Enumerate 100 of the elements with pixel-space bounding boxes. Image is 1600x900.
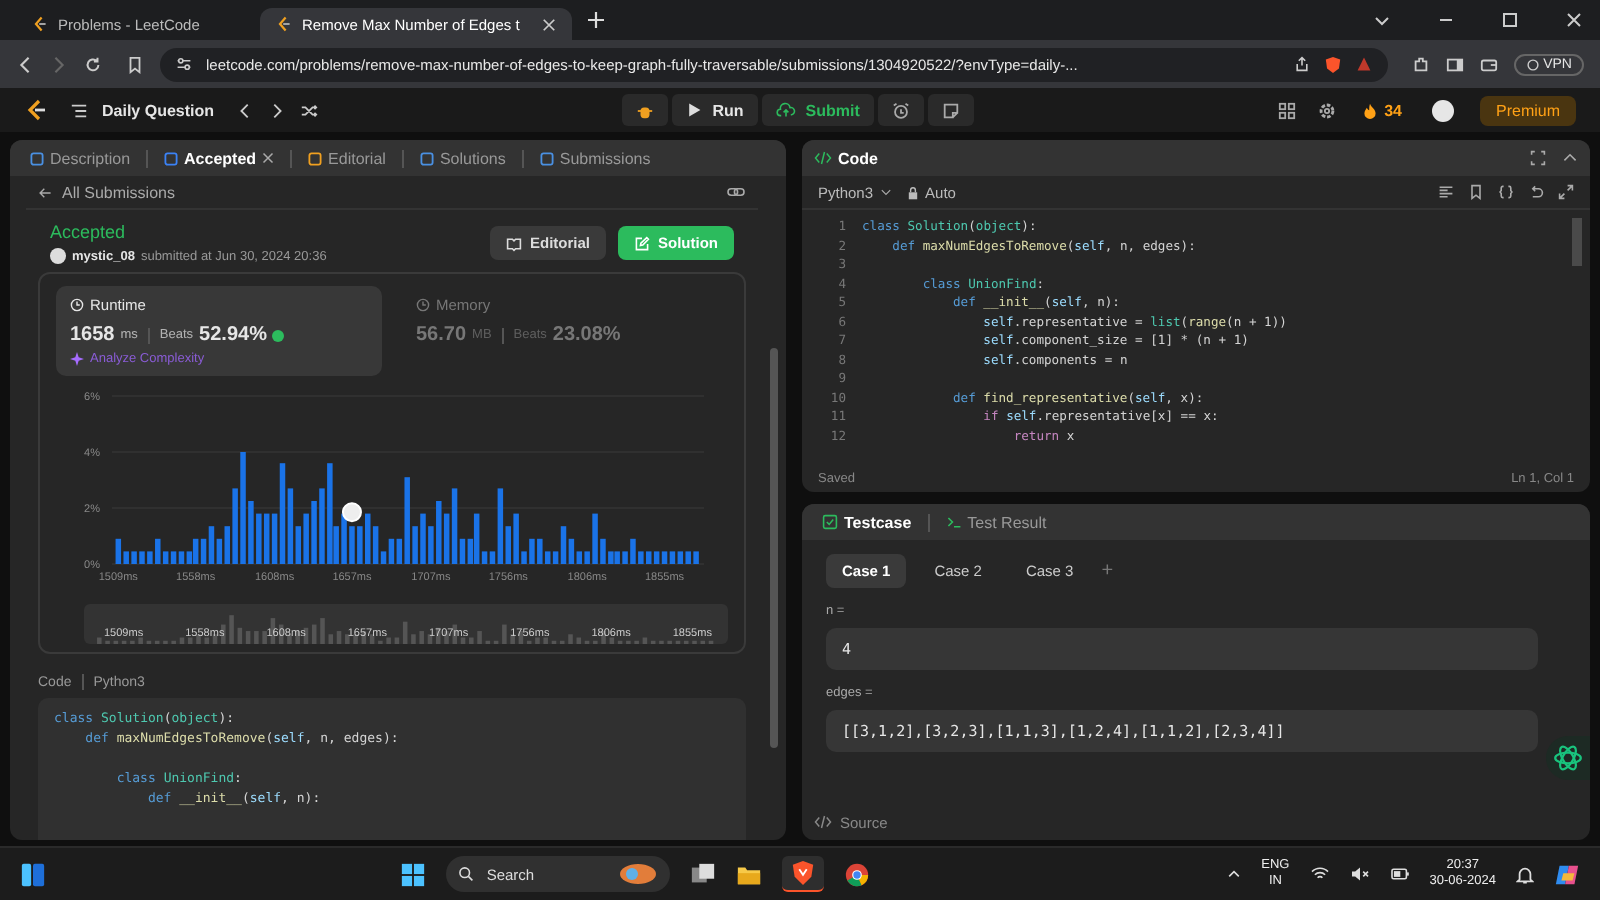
next-icon[interactable] [268,101,287,119]
brave-shield-icon[interactable] [1323,55,1342,73]
submit-button[interactable]: Submit [761,94,874,126]
share-icon[interactable] [1293,56,1310,72]
puzzle-icon[interactable] [1411,55,1430,73]
task-view-icon[interactable] [690,861,717,887]
histogram-bar[interactable] [279,463,286,564]
histogram-bar[interactable] [115,538,122,564]
panel-tab[interactable]: Editorial [300,149,394,167]
histogram-bar[interactable] [459,538,466,564]
battery-icon[interactable] [1389,866,1410,882]
fullscreen-icon[interactable] [1530,150,1546,166]
scrollbar[interactable] [1572,218,1582,266]
histogram-bar[interactable] [653,551,660,564]
close-icon[interactable] [262,152,275,164]
format-icon[interactable] [1438,184,1454,200]
panel-tab[interactable]: Testcase [814,513,920,531]
panel-tab[interactable]: Description [22,149,139,167]
scrollbar[interactable] [770,348,778,748]
widgets-icon[interactable] [20,861,46,887]
histogram-bar[interactable] [544,551,551,564]
histogram-bar[interactable] [661,551,668,564]
chevron-up-icon[interactable] [1225,866,1242,882]
panel-tab[interactable]: Test Result [937,513,1055,531]
histogram-bar[interactable] [263,513,270,564]
histogram-bar[interactable] [271,513,278,564]
layout-grid-icon[interactable] [1278,101,1297,119]
histogram-bar[interactable] [372,526,379,564]
daily-question-link[interactable]: Daily Question [102,101,215,119]
braces-icon[interactable] [1498,184,1514,200]
settings-icon[interactable] [1318,101,1337,119]
histogram-bar[interactable] [155,538,161,564]
chevron-down-icon[interactable] [1374,12,1390,28]
histogram-bar[interactable] [529,538,535,564]
histogram-bar[interactable] [489,551,496,564]
histogram-bar[interactable] [216,538,223,564]
histogram-bar[interactable] [481,551,488,564]
histogram-bar[interactable] [473,513,480,564]
all-submissions-link[interactable]: All Submissions [38,183,175,201]
expand-icon[interactable] [1558,184,1574,200]
speaker-muted-icon[interactable] [1349,866,1370,882]
histogram-bar[interactable] [208,526,215,564]
leetcode-logo-icon[interactable] [24,98,48,122]
maximize-icon[interactable] [1502,12,1518,28]
triangle-icon[interactable] [1355,56,1372,72]
histogram-bar[interactable] [669,551,676,564]
histogram-bar[interactable] [451,488,458,564]
back-icon[interactable] [16,55,34,73]
histogram-bar[interactable] [677,551,684,564]
copilot-icon[interactable] [1554,861,1580,887]
histogram-bar[interactable] [600,538,606,564]
histogram-bar[interactable] [162,551,169,564]
lion-shield-icon[interactable] [790,860,817,886]
forward-icon[interactable] [50,55,68,73]
debug-button[interactable] [622,94,669,126]
histogram-bar[interactable] [388,538,395,564]
run-button[interactable]: Run [672,94,758,126]
histogram-bar[interactable] [380,551,387,564]
windows-start-icon[interactable] [400,861,427,887]
panel-tab[interactable]: Accepted [156,149,283,167]
wallet-icon[interactable] [1479,55,1498,73]
undo-icon[interactable] [1528,184,1544,200]
histogram-bar[interactable] [186,551,193,564]
wifi-icon[interactable] [1309,866,1330,882]
histogram-bar[interactable] [560,526,567,564]
histogram-bar[interactable] [287,488,294,564]
histogram-bar[interactable] [537,538,543,564]
note-button[interactable] [927,94,974,126]
histogram-bar[interactable] [396,538,403,564]
histogram-bar[interactable] [576,551,583,564]
premium-button[interactable]: Premium [1480,95,1577,125]
new-tab-icon[interactable] [588,12,604,28]
close-icon[interactable] [1566,12,1582,28]
histogram-bar[interactable] [552,551,559,564]
histogram-bar[interactable] [341,513,347,564]
close-icon[interactable] [542,17,556,31]
histogram-bar[interactable] [467,538,474,564]
histogram-bar[interactable] [170,551,177,564]
histogram-bar[interactable] [200,538,207,564]
reload-icon[interactable] [84,55,102,73]
panel-tab[interactable]: Solutions [411,149,514,167]
chrome-icon[interactable] [844,861,871,887]
site-settings-icon[interactable] [176,56,192,72]
chevron-up-icon[interactable] [1562,150,1578,166]
bookmark-icon[interactable] [1468,184,1484,200]
alarm-button[interactable] [877,94,924,126]
histogram-bar[interactable] [497,488,504,564]
notification-bell-icon[interactable] [1516,865,1534,883]
link-icon[interactable] [726,184,746,200]
histogram-bar[interactable] [192,538,199,564]
list-icon[interactable] [70,101,88,119]
bookmark-icon[interactable] [126,55,144,73]
streak-counter[interactable]: 34 [1362,101,1402,119]
shuffle-icon[interactable] [300,101,319,119]
panel-tab[interactable]: Submissions [531,149,659,167]
histogram-bar[interactable] [443,513,450,564]
histogram-bar[interactable] [568,538,575,564]
assistant-button[interactable] [1546,736,1590,780]
sidebar-icon[interactable] [1445,55,1464,73]
histogram-bar[interactable] [295,526,302,564]
